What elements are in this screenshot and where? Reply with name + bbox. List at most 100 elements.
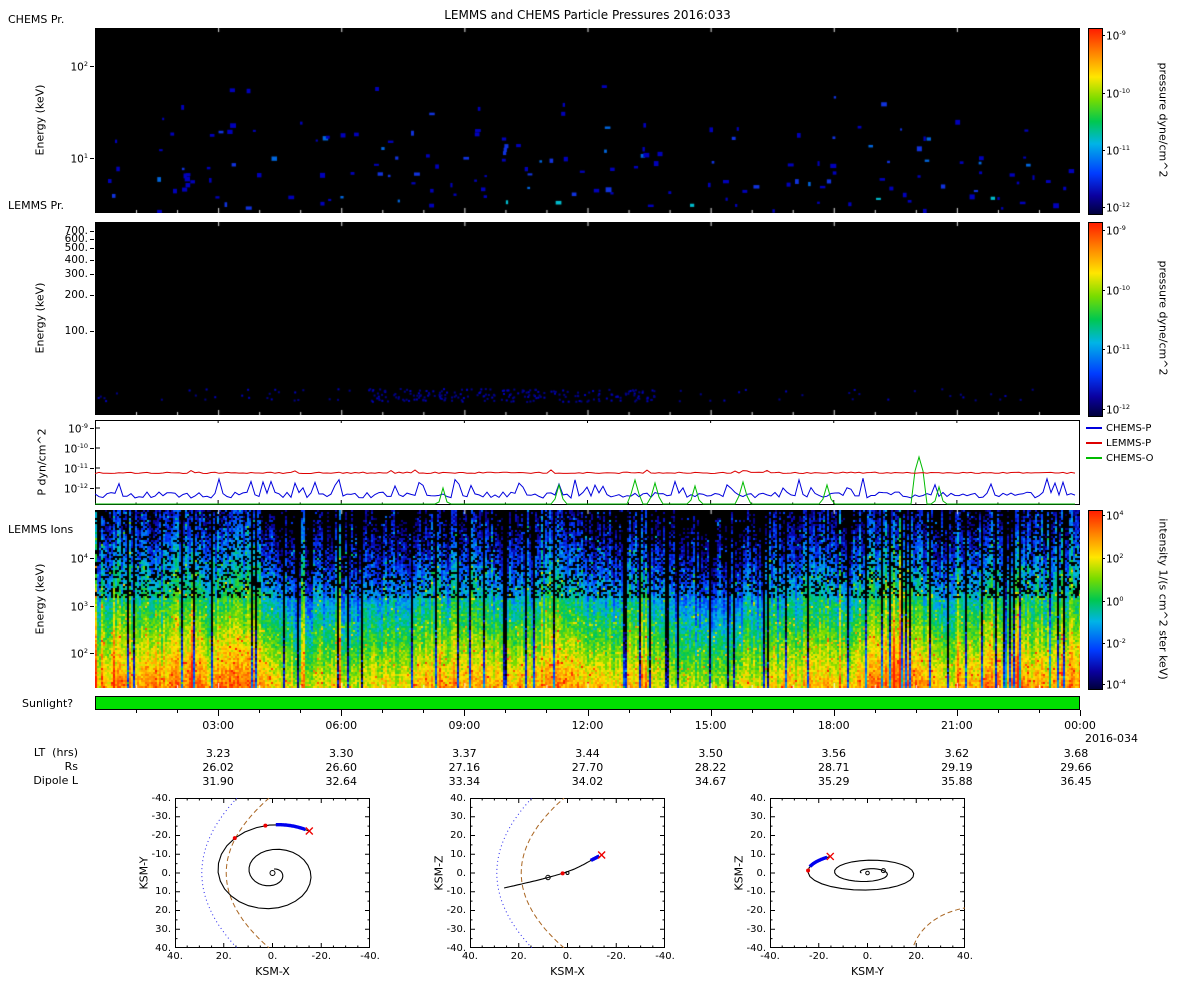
orbit-plot-ksmx-ksmy <box>175 798 370 948</box>
ephemeris-value: 3.44 <box>575 747 600 760</box>
orbit-y-tick-label: 40. <box>750 792 766 804</box>
orbit-marker-dot <box>263 823 268 828</box>
lemms-spectrogram <box>95 222 1080 415</box>
legend-label: LEMMS-P <box>1106 438 1152 449</box>
orbit3-x-axis-label: KSM-Y <box>850 965 885 978</box>
ions-spectrogram <box>95 510 1080 688</box>
pressure-line-plot <box>95 420 1080 505</box>
y-tick-label: 10-10 <box>64 442 88 456</box>
time-tick-mark <box>710 710 712 716</box>
ephemeris-value: 3.56 <box>821 747 847 760</box>
y-tick-label: 104 <box>70 552 88 566</box>
colorbar-tick-label: 10-12 <box>1106 201 1130 215</box>
lemms-colorbar-label: pressure dyne/cm^2 <box>1156 260 1170 376</box>
orbit1-x-axis-label: KSM-X <box>255 965 290 978</box>
time-tick-mark <box>833 710 835 716</box>
colorbar-tick-label: 100 <box>1106 594 1124 609</box>
legend-label: CHEMS-O <box>1106 453 1154 464</box>
orbit-y-tick-label: -10. <box>746 886 766 898</box>
colorbar-tick-mark <box>1102 289 1105 291</box>
time-tick-mark <box>218 710 220 716</box>
colorbar-tick-label: 10-9 <box>1106 29 1126 43</box>
orbit-x-tick-label: 20. <box>215 951 232 962</box>
orbit-y-tick-label: 30. <box>155 923 171 935</box>
chems-colorbar-label: pressure dyne/cm^2 <box>1156 62 1170 178</box>
y-tick-mark <box>90 66 94 67</box>
colorbar-tick-mark <box>1102 558 1105 560</box>
orbit-y-tick-label: -20. <box>746 905 766 916</box>
ephemeris-value: 3.50 <box>698 747 723 760</box>
colorbar-tick-label: 10-12 <box>1106 403 1130 417</box>
orbit-x-tick-label: -40. <box>760 951 780 962</box>
orbit-x-tick-label: 20. <box>510 951 527 962</box>
ephemeris-value: 31.90 <box>202 775 234 788</box>
colorbar-tick-mark <box>1102 150 1105 152</box>
ephemeris-value: 35.88 <box>941 775 973 788</box>
orbit-x-tick-label: 40. <box>462 951 478 962</box>
ephemeris-value: 26.02 <box>202 761 234 774</box>
ephemeris-row-label-dipole: Dipole L <box>33 774 78 787</box>
orbit-y-tick-label: 40. <box>450 792 466 804</box>
orbit-y-tick-label: -30. <box>446 923 466 935</box>
orbit-x-tick-label: 0. <box>267 951 278 962</box>
colorbar-tick-label: 104 <box>1106 509 1124 523</box>
orbit-frame <box>470 798 665 948</box>
plot-page: LEMMS and CHEMS Particle Pressures 2016:… <box>0 0 1200 1000</box>
legend-item: CHEMS-P <box>1086 423 1151 434</box>
colorbar-tick-mark <box>1102 229 1105 231</box>
sunlight-label: Sunlight? <box>22 697 74 710</box>
time-minor-tick <box>300 710 302 713</box>
orbit-y-tick-label: 0. <box>756 867 766 879</box>
time-minor-tick <box>505 710 507 713</box>
page-title: LEMMS and CHEMS Particle Pressures 2016:… <box>444 8 731 22</box>
colorbar-tick-mark <box>1102 349 1105 351</box>
orbit-y-tick-label: -20. <box>151 830 171 841</box>
ephemeris-value: 36.45 <box>1060 775 1092 788</box>
ephemeris-row-label-lt: LT (hrs) <box>33 746 78 759</box>
orbit-x-tick-label: -40. <box>360 951 380 962</box>
ions-colorbar-label: intensity 1/(s cm^2 ster keV) <box>1156 518 1170 680</box>
colorbar-tick-label: 10-10 <box>1106 283 1130 298</box>
time-minor-tick <box>546 710 548 713</box>
lemms-colorbar <box>1088 222 1103 417</box>
orbit-plot-ksmx-ksmz <box>470 798 665 948</box>
y-tick-mark <box>90 331 94 332</box>
legend-label: CHEMS-P <box>1106 423 1152 434</box>
legend-line <box>1086 457 1102 459</box>
time-minor-tick <box>1038 710 1040 713</box>
y-tick-label: 102 <box>70 60 88 74</box>
time-tick-label: 21:00 <box>941 719 973 732</box>
time-tick-mark <box>1080 710 1081 716</box>
colorbar-tick-mark <box>1102 35 1105 37</box>
colorbar-tick-label: 10-4 <box>1106 677 1126 692</box>
ephemeris-value: 3.30 <box>329 747 354 760</box>
orbit-x-tick-label: 0. <box>862 951 873 962</box>
time-minor-tick <box>177 710 179 713</box>
ephemeris-value: 3.62 <box>944 747 970 760</box>
y-tick-label: 101 <box>70 152 88 166</box>
y-tick-label: 500. <box>64 242 88 254</box>
colorbar-tick-mark <box>1102 683 1105 685</box>
orbit-y-tick-label: 20. <box>450 830 466 841</box>
ephemeris-value: 3.68 <box>1063 747 1089 760</box>
ephemeris-value: 35.29 <box>818 775 850 788</box>
y-tick-mark <box>90 606 94 607</box>
time-minor-tick <box>628 710 630 713</box>
ions-panel-label: LEMMS Ions <box>8 523 74 536</box>
orbit-plot-ksmy-ksmz <box>770 798 965 948</box>
ephemeris-value: 27.16 <box>448 761 481 774</box>
ephemeris-value: 33.34 <box>448 775 481 788</box>
orbit-y-tick-label: 0. <box>456 867 466 879</box>
y-tick-label: 10-9 <box>68 422 88 436</box>
end-date-label: 2016-034 <box>1085 732 1138 745</box>
orbit-x-tick-label: -20. <box>606 951 627 962</box>
orbit-y-tick-label: 20. <box>750 830 766 841</box>
ephemeris-row-label-rs: Rs <box>64 760 78 773</box>
orbit-y-tick-label: -10. <box>446 886 466 898</box>
orbit-x-tick-label: -20. <box>808 951 829 962</box>
y-tick-mark <box>90 558 94 559</box>
lemms-panel-label: LEMMS Pr. <box>8 199 64 212</box>
y-tick-mark <box>90 448 94 449</box>
y-tick-mark <box>90 231 94 232</box>
orbit-y-tick-label: -40. <box>446 942 466 954</box>
